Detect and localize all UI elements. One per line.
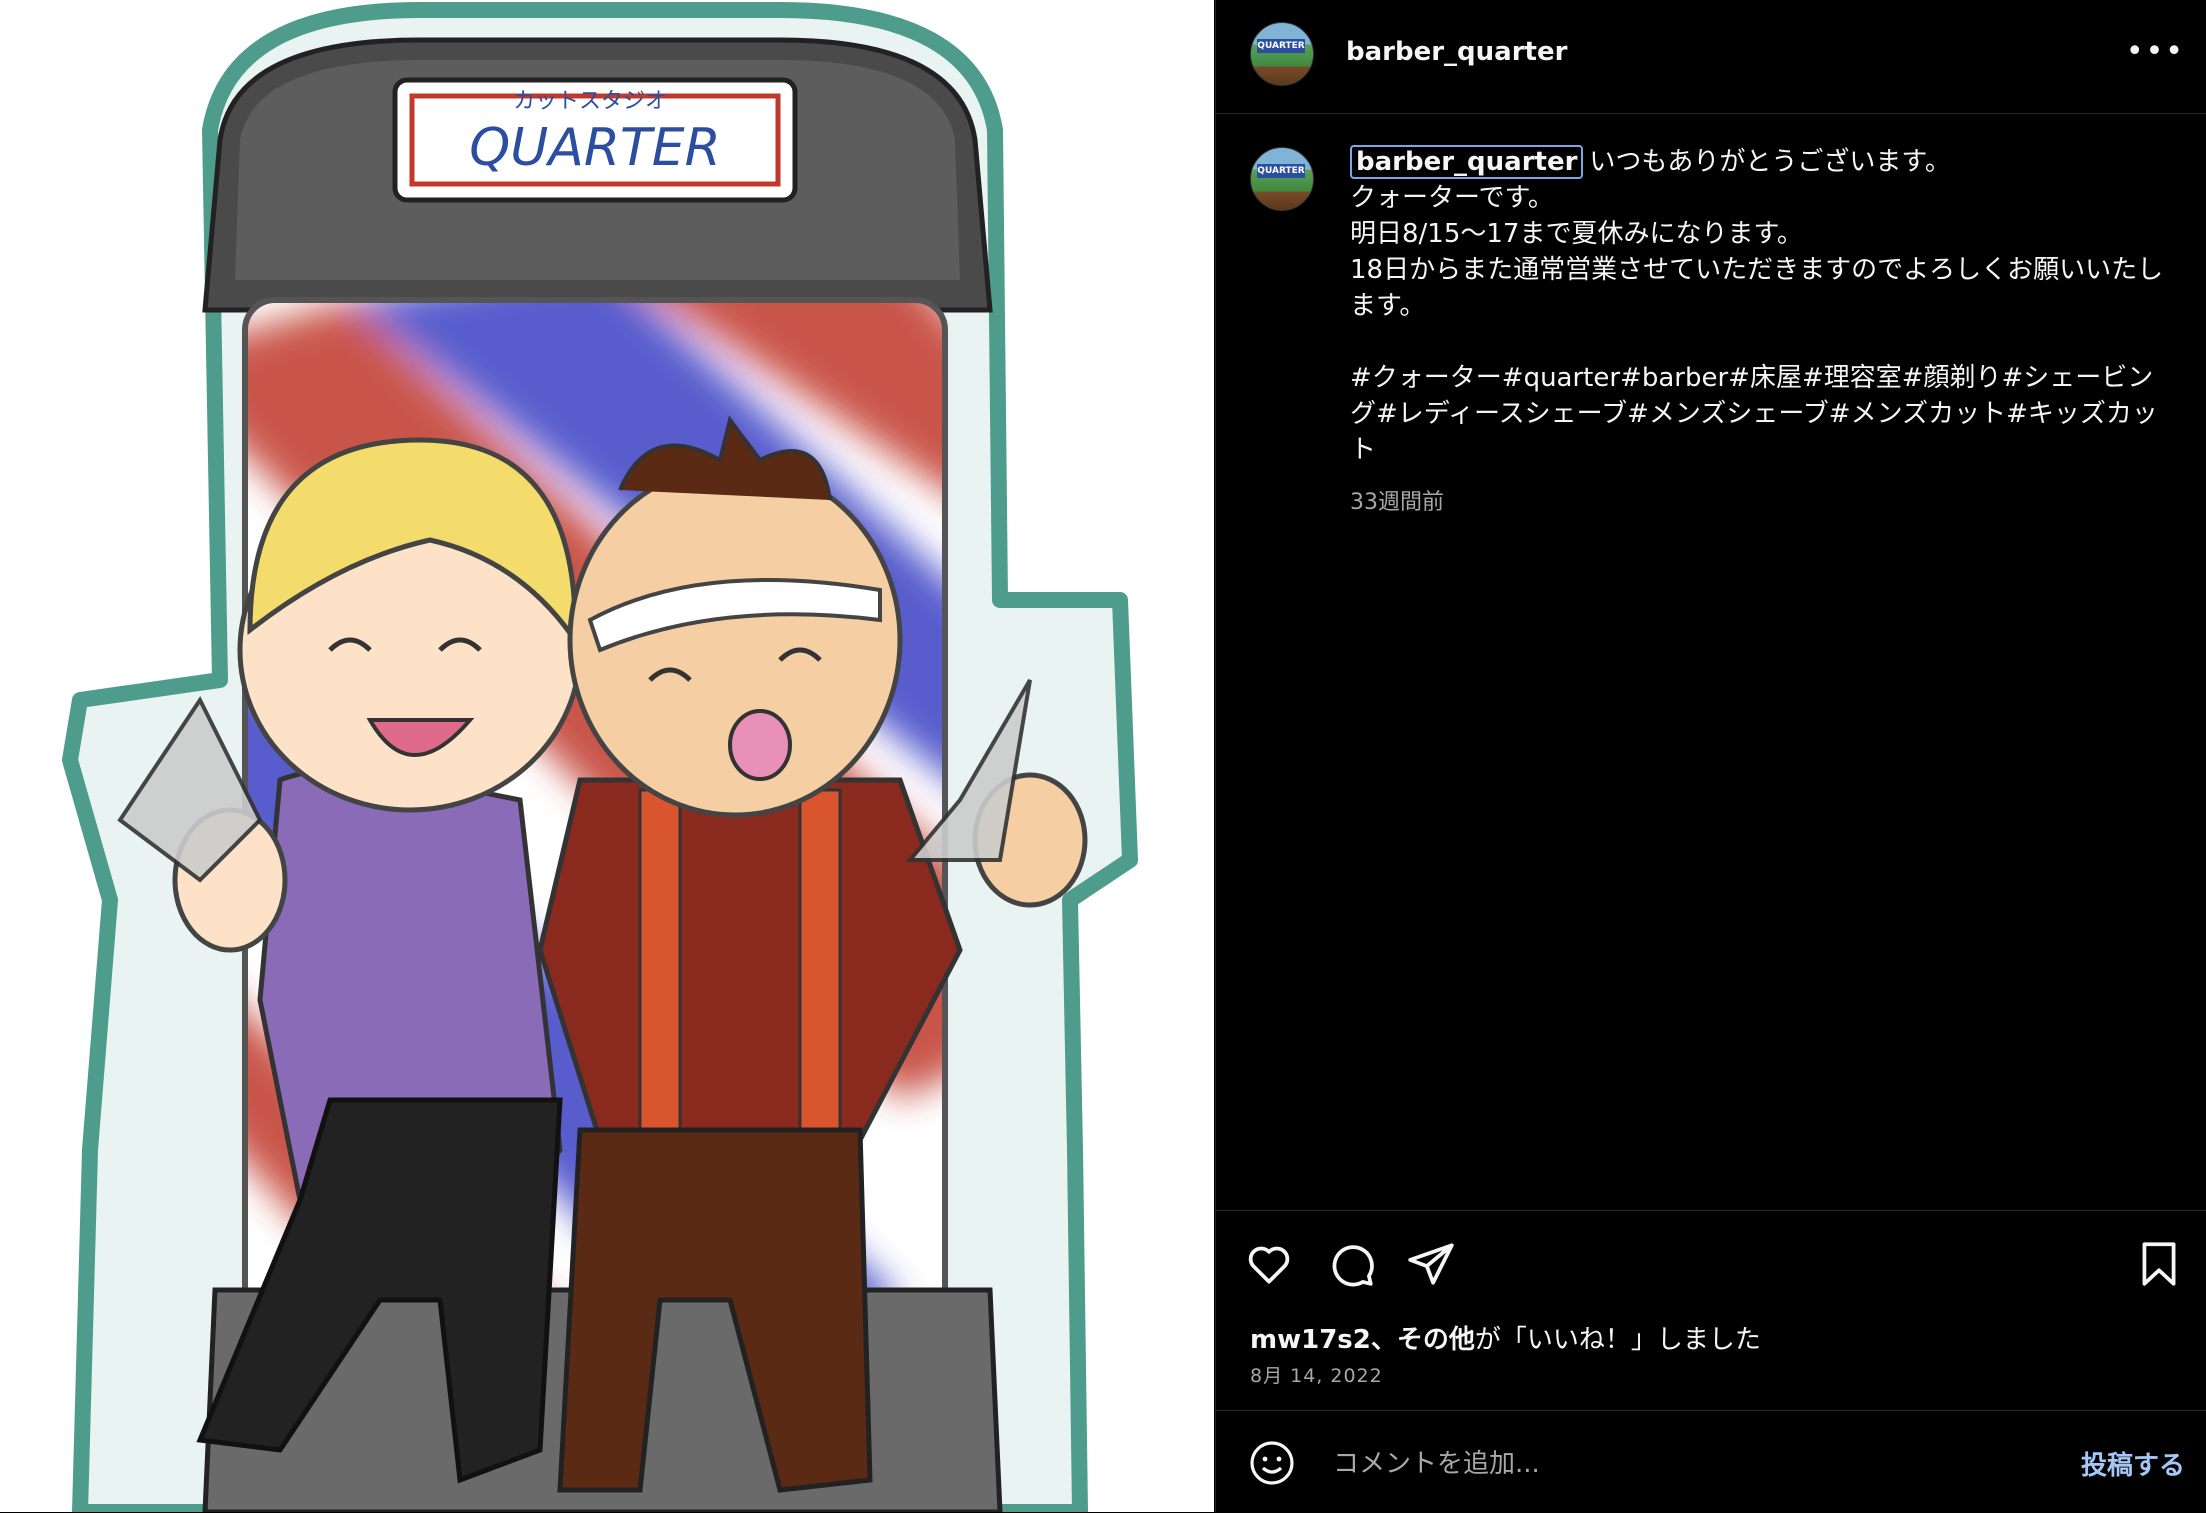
caption-body: いつもありがとうございます。 クォーターです。 明日8/15〜17まで夏休みにな… [1350, 147, 2164, 465]
likes-user[interactable]: mw17s2、その他 [1250, 1325, 1475, 1355]
caption-text: barber_quarter いつもありがとうございます。 クォーターです。 明日… [1350, 144, 2170, 468]
post-header: QUARTER barber_quarter ••• [1216, 0, 2206, 114]
emoji-icon[interactable] [1248, 1439, 1296, 1487]
likes-suffix: が「いいね！」しました [1474, 1325, 1761, 1355]
sign-main-text: QUARTER [469, 118, 720, 178]
caption-username[interactable]: barber_quarter [1350, 145, 1584, 179]
post-date: 8月 14, 2022 [1250, 1365, 1383, 1387]
comment-input[interactable] [1331, 1441, 2035, 1487]
post-image[interactable]: カットスタジオ QUARTER [0, 0, 1214, 1512]
comment-bar: 投稿する [1216, 1410, 2206, 1513]
more-options-icon[interactable]: ••• [2126, 34, 2185, 69]
header-username[interactable]: barber_quarter [1346, 37, 1567, 67]
post-sidebar: QUARTER barber_quarter ••• QUARTER barbe… [1215, 0, 2206, 1512]
share-icon[interactable] [1406, 1239, 1456, 1289]
heart-icon[interactable] [1244, 1239, 1294, 1289]
avatar-sign: QUARTER [1257, 39, 1305, 53]
sign-small-text: カットスタジオ [513, 89, 667, 114]
avatar[interactable]: QUARTER [1250, 22, 1314, 86]
comment-icon[interactable] [1326, 1239, 1376, 1289]
bookmark-icon[interactable] [2134, 1239, 2184, 1289]
post-comment-button[interactable]: 投稿する [2081, 1445, 2185, 1482]
caption-area: QUARTER barber_quarter いつもありがとうございます。 クォー… [1216, 114, 2206, 1210]
caption-avatar-sign: QUARTER [1257, 164, 1305, 178]
likes-line: mw17s2、その他が「いいね！」しました [1250, 1319, 1761, 1356]
action-bar: mw17s2、その他が「いいね！」しました 8月 14, 2022 [1216, 1210, 2206, 1411]
barber-pole-illustration: カットスタジオ QUARTER [62, 2, 1138, 1512]
time-ago[interactable]: 33週間前 [1350, 484, 1444, 516]
caption-avatar[interactable]: QUARTER [1250, 147, 1314, 211]
